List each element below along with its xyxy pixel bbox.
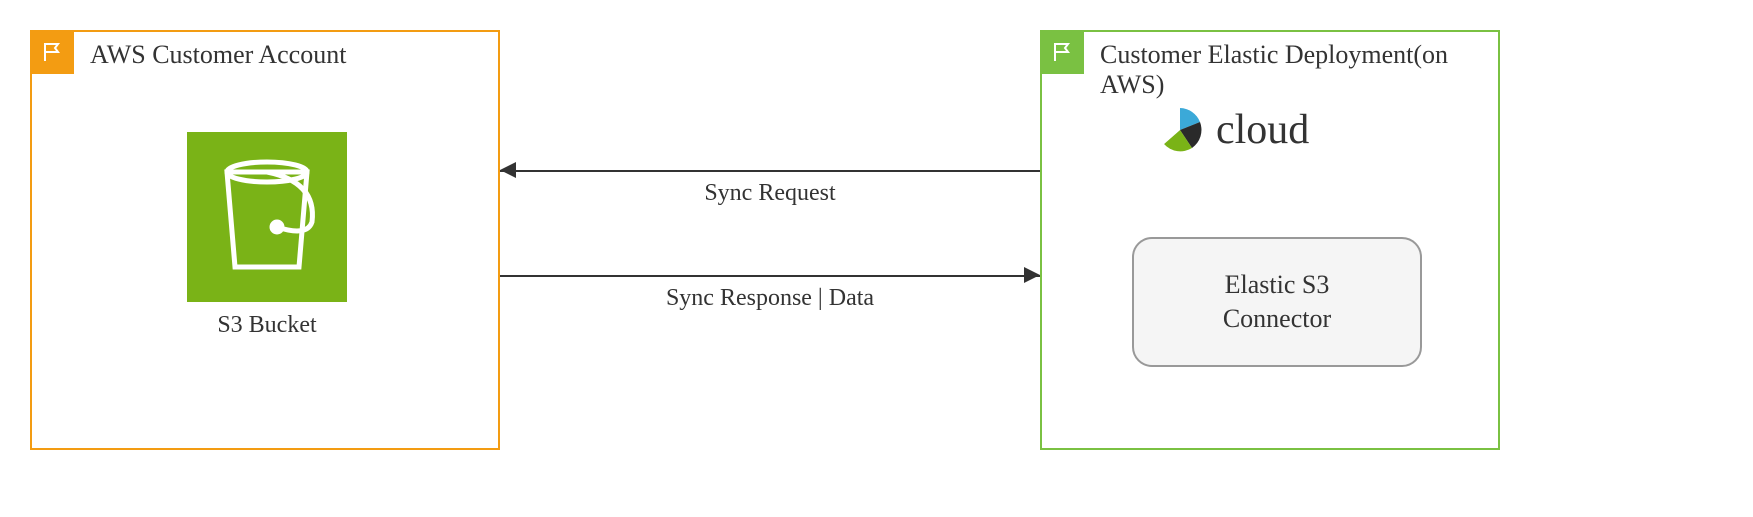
- sync-request-arrow-line: [500, 170, 1040, 172]
- elastic-box-title: Customer Elastic Deployment(on AWS): [1100, 40, 1498, 100]
- s3-bucket-label: S3 Bucket: [177, 312, 357, 339]
- elastic-cloud-icon: [1152, 102, 1208, 158]
- aws-box-title: AWS Customer Account: [90, 40, 346, 70]
- sync-request-label: Sync Request: [500, 180, 1040, 207]
- aws-account-box: AWS Customer Account S3 Bucket: [30, 30, 500, 450]
- connector-label: Elastic S3 Connector: [1223, 268, 1331, 336]
- elastic-s3-connector-box: Elastic S3 Connector: [1132, 237, 1422, 367]
- sync-response-arrowhead: [1024, 267, 1040, 283]
- flag-icon: [1040, 30, 1084, 74]
- elastic-deployment-box: Customer Elastic Deployment(on AWS) clou…: [1040, 30, 1500, 450]
- sync-response-arrow-line: [500, 275, 1040, 277]
- s3-bucket-icon: [187, 132, 347, 302]
- cloud-logo-text: cloud: [1216, 106, 1309, 154]
- cloud-logo: cloud: [1152, 102, 1309, 158]
- sync-response-label: Sync Response | Data: [500, 285, 1040, 312]
- s3-bucket-group: S3 Bucket: [177, 132, 357, 339]
- sync-request-arrowhead: [500, 162, 516, 178]
- flag-icon: [30, 30, 74, 74]
